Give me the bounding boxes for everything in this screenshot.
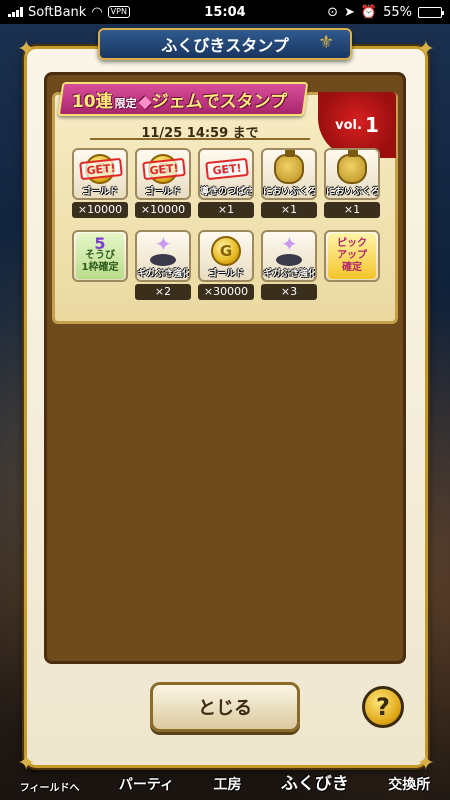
scent-bag-icon xyxy=(337,150,367,184)
alarm-icon: ⏰ xyxy=(360,4,378,20)
status-bar: SoftBank ◠ VPN 15:04 ⊙ ➤ ⏰ 55% xyxy=(0,0,450,24)
five-star-line1: そうび xyxy=(85,250,115,261)
stamp-quantity: ×1 xyxy=(198,202,254,218)
scent-bag-icon xyxy=(274,150,304,184)
stamp-quantity: ×10000 xyxy=(72,202,128,218)
nav-gacha: ふくびき xyxy=(280,774,349,794)
battery-percent: 55% xyxy=(383,4,412,20)
stamp-slot-8[interactable]: G ゴールド ×30000 xyxy=(198,230,254,300)
pickup-line1: ピック xyxy=(337,238,367,249)
stamp-quantity: ×1 xyxy=(324,202,380,218)
stamp-slot-5[interactable]: においぶくろ ×1 xyxy=(324,148,380,218)
stamp-slot-1[interactable]: G GET! ゴールド ×10000 xyxy=(72,148,128,218)
banner-limited: 限定 xyxy=(114,96,137,110)
giga-upgrade-stone-icon xyxy=(146,232,180,266)
corner-ornament-icon: ✦ xyxy=(416,751,435,776)
stamp-quantity: ×30000 xyxy=(198,284,254,300)
battery-icon xyxy=(418,6,444,18)
clock: 15:04 xyxy=(204,4,246,20)
stamp-label: においぶくろ xyxy=(326,187,380,197)
stamp-slot-2[interactable]: G GET! ゴールド ×10000 xyxy=(135,148,191,218)
vol-number: 1 xyxy=(364,113,379,137)
nav-field: フィールドへ xyxy=(19,783,80,794)
get-stamp-icon: GET! xyxy=(142,157,186,181)
five-star-number: 5 xyxy=(94,234,106,253)
carrier-label: SoftBank xyxy=(28,4,87,20)
stamp-label: ゴールド xyxy=(207,269,244,279)
five-star-line2: 1枠確定 xyxy=(81,262,119,273)
gold-coin-icon: G xyxy=(211,236,241,266)
corner-ornament-icon: ✦ xyxy=(17,751,36,776)
dialog-title: ふくびきスタンプ xyxy=(98,28,352,60)
five-star-guarantee-icon: 5 そうび 1枠確定 xyxy=(76,233,124,279)
giga-upgrade-stone-icon xyxy=(272,232,306,266)
stamp-slot-6[interactable]: 5 そうび 1枠確定 xyxy=(72,230,128,300)
stamp-slot-10[interactable]: ピック アップ 確定 xyxy=(324,230,380,300)
stamp-label: ゴールド xyxy=(144,187,181,197)
nav-party: パーティ xyxy=(118,777,175,793)
signal-icon xyxy=(8,7,23,17)
fleur-ornament-icon: ⚜ xyxy=(318,32,335,53)
stamp-quantity: ×2 xyxy=(135,284,191,300)
stamp-label: ギガぶき強化石 xyxy=(263,269,317,279)
location-icon: ➤ xyxy=(344,4,355,20)
pickup-line3: 確定 xyxy=(342,262,362,273)
wifi-icon: ◠ xyxy=(91,4,103,20)
banner-ten-pull: 10連 xyxy=(72,91,113,112)
corner-ornament-icon: ✦ xyxy=(17,37,36,62)
stamp-quantity: ×1 xyxy=(261,202,317,218)
stamp-grid: G GET! ゴールド ×10000 G GET! ゴールド ×10000 ❦ … xyxy=(72,148,388,300)
nav-exchange: 交換所 xyxy=(388,777,431,793)
stamp-quantity: ×10000 xyxy=(135,202,191,218)
stamp-slot-9[interactable]: ギガぶき強化石 ×3 xyxy=(261,230,317,300)
get-stamp-icon: GET! xyxy=(205,157,249,181)
stamp-label: 導きのつばさ xyxy=(200,187,254,197)
deadline-text: 11/25 14:59 まで xyxy=(90,122,310,141)
stamp-label: ギガぶき強化石 xyxy=(137,269,191,279)
stamp-slot-7[interactable]: ギガぶき強化石 ×2 xyxy=(135,230,191,300)
campaign-banner: 10連 限定 ◆ジェムでスタンプ xyxy=(57,82,309,116)
pickup-guarantee-icon: ピック アップ 確定 xyxy=(328,233,376,279)
nav-workshop: 工房 xyxy=(213,777,242,793)
help-button[interactable]: ? xyxy=(362,686,404,728)
corner-ornament-icon: ✦ xyxy=(416,37,435,62)
banner-gem-stamp: ジェムでスタンプ xyxy=(151,91,288,112)
get-stamp-icon: GET! xyxy=(79,157,123,181)
pickup-line2: アップ xyxy=(337,250,367,261)
stamp-label: においぶくろ xyxy=(263,187,317,197)
vol-label: vol. xyxy=(335,117,362,133)
orientation-lock-icon: ⊙ xyxy=(327,4,338,20)
close-button[interactable]: とじる xyxy=(150,682,300,732)
vpn-badge: VPN xyxy=(107,6,130,18)
stamp-slot-3[interactable]: ❦ GET! 導きのつばさ ×1 xyxy=(198,148,254,218)
stamp-label: ゴールド xyxy=(81,187,118,197)
gem-icon: ◆ xyxy=(138,91,152,112)
stamp-quantity: ×3 xyxy=(261,284,317,300)
stamp-slot-4[interactable]: においぶくろ ×1 xyxy=(261,148,317,218)
